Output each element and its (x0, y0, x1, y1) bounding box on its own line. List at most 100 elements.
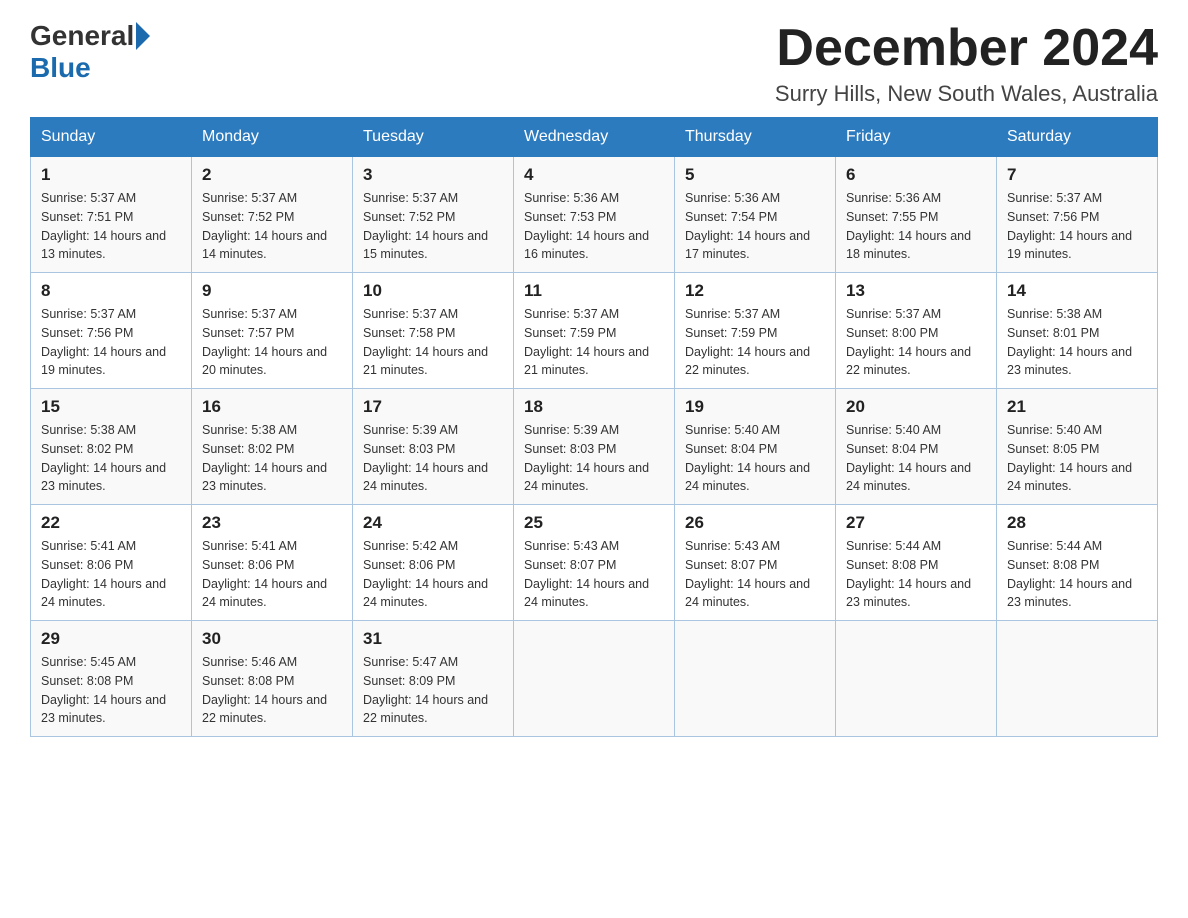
day-info: Sunrise: 5:45 AMSunset: 8:08 PMDaylight:… (41, 653, 181, 728)
calendar-cell: 8Sunrise: 5:37 AMSunset: 7:56 PMDaylight… (31, 273, 192, 389)
calendar-cell: 24 Sunrise: 5:42 AMSunset: 8:06 PMDayligh… (353, 505, 514, 621)
day-info: Sunrise: 5:41 AMSunset: 8:06 PMDaylight:… (202, 537, 342, 612)
calendar-cell: 13 Sunrise: 5:37 AMSunset: 8:00 PMDayligh… (836, 273, 997, 389)
day-info: Sunrise: 5:36 AMSunset: 7:53 PMDaylight:… (524, 189, 664, 264)
day-info: Sunrise: 5:43 AMSunset: 8:07 PMDaylight:… (524, 537, 664, 612)
calendar-cell: 16Sunrise: 5:38 AMSunset: 8:02 PMDayligh… (192, 389, 353, 505)
day-number: 23 (202, 513, 342, 533)
day-info: Sunrise: 5:44 AMSunset: 8:08 PMDaylight:… (846, 537, 986, 612)
month-title: December 2024 (775, 20, 1158, 77)
day-number: 15 (41, 397, 181, 417)
day-info: Sunrise: 5:37 AMSunset: 7:51 PMDaylight:… (41, 189, 181, 264)
calendar-week-row: 1Sunrise: 5:37 AMSunset: 7:51 PMDaylight… (31, 157, 1158, 273)
calendar-cell: 31 Sunrise: 5:47 AMSunset: 8:09 PMDayligh… (353, 621, 514, 737)
calendar-cell (997, 621, 1158, 737)
day-number: 10 (363, 281, 503, 301)
day-info: Sunrise: 5:39 AMSunset: 8:03 PMDaylight:… (524, 421, 664, 496)
title-area: December 2024 Surry Hills, New South Wal… (775, 20, 1158, 107)
day-number: 27 (846, 513, 986, 533)
day-number: 17 (363, 397, 503, 417)
day-info: Sunrise: 5:40 AMSunset: 8:04 PMDaylight:… (846, 421, 986, 496)
day-info: Sunrise: 5:36 AMSunset: 7:55 PMDaylight:… (846, 189, 986, 264)
calendar-cell: 10Sunrise: 5:37 AMSunset: 7:58 PMDayligh… (353, 273, 514, 389)
day-number: 19 (685, 397, 825, 417)
calendar-week-row: 8Sunrise: 5:37 AMSunset: 7:56 PMDaylight… (31, 273, 1158, 389)
day-info: Sunrise: 5:47 AMSunset: 8:09 PMDaylight:… (363, 653, 503, 728)
calendar-week-row: 22 Sunrise: 5:41 AMSunset: 8:06 PMDayligh… (31, 505, 1158, 621)
calendar-cell: 17 Sunrise: 5:39 AMSunset: 8:03 PMDayligh… (353, 389, 514, 505)
day-info: Sunrise: 5:44 AMSunset: 8:08 PMDaylight:… (1007, 537, 1147, 612)
calendar-cell: 23 Sunrise: 5:41 AMSunset: 8:06 PMDayligh… (192, 505, 353, 621)
day-info: Sunrise: 5:37 AMSunset: 8:00 PMDaylight:… (846, 305, 986, 380)
day-info: Sunrise: 5:37 AMSunset: 7:59 PMDaylight:… (524, 305, 664, 380)
day-info: Sunrise: 5:42 AMSunset: 8:06 PMDaylight:… (363, 537, 503, 612)
day-number: 14 (1007, 281, 1147, 301)
day-info: Sunrise: 5:38 AMSunset: 8:02 PMDaylight:… (202, 421, 342, 496)
day-info: Sunrise: 5:37 AMSunset: 7:57 PMDaylight:… (202, 305, 342, 380)
day-number: 12 (685, 281, 825, 301)
day-number: 20 (846, 397, 986, 417)
calendar-cell: 11 Sunrise: 5:37 AMSunset: 7:59 PMDayligh… (514, 273, 675, 389)
day-info: Sunrise: 5:39 AMSunset: 8:03 PMDaylight:… (363, 421, 503, 496)
day-info: Sunrise: 5:36 AMSunset: 7:54 PMDaylight:… (685, 189, 825, 264)
calendar-cell: 29 Sunrise: 5:45 AMSunset: 8:08 PMDayligh… (31, 621, 192, 737)
calendar-cell: 7 Sunrise: 5:37 AMSunset: 7:56 PMDaylight… (997, 157, 1158, 273)
location-subtitle: Surry Hills, New South Wales, Australia (775, 81, 1158, 107)
calendar-cell (675, 621, 836, 737)
calendar-cell: 12 Sunrise: 5:37 AMSunset: 7:59 PMDayligh… (675, 273, 836, 389)
calendar-cell: 15Sunrise: 5:38 AMSunset: 8:02 PMDayligh… (31, 389, 192, 505)
day-info: Sunrise: 5:43 AMSunset: 8:07 PMDaylight:… (685, 537, 825, 612)
logo-blue-text: Blue (30, 52, 91, 84)
weekday-header-friday: Friday (836, 118, 997, 157)
calendar-cell (514, 621, 675, 737)
calendar-cell: 19Sunrise: 5:40 AMSunset: 8:04 PMDayligh… (675, 389, 836, 505)
calendar-cell: 14 Sunrise: 5:38 AMSunset: 8:01 PMDayligh… (997, 273, 1158, 389)
day-info: Sunrise: 5:46 AMSunset: 8:08 PMDaylight:… (202, 653, 342, 728)
logo: General Blue (30, 20, 152, 84)
calendar-cell: 18 Sunrise: 5:39 AMSunset: 8:03 PMDayligh… (514, 389, 675, 505)
calendar-week-row: 15 Sunrise: 5:38 AMSunset: 8:02 PMDayligh… (31, 389, 1158, 505)
day-number: 26 (685, 513, 825, 533)
weekday-header-row: SundayMondayTuesdayWednesdayThursdayFrid… (31, 118, 1158, 157)
day-number: 3 (363, 165, 503, 185)
calendar-cell: 3 Sunrise: 5:37 AMSunset: 7:52 PMDaylight… (353, 157, 514, 273)
calendar-cell: 27 Sunrise: 5:44 AMSunset: 8:08 PMDayligh… (836, 505, 997, 621)
calendar-cell: 28 Sunrise: 5:44 AMSunset: 8:08 PMDayligh… (997, 505, 1158, 621)
day-info: Sunrise: 5:38 AMSunset: 8:01 PMDaylight:… (1007, 305, 1147, 380)
calendar-cell: 20 Sunrise: 5:40 AMSunset: 8:04 PMDayligh… (836, 389, 997, 505)
calendar-cell: 30Sunrise: 5:46 AMSunset: 8:08 PMDayligh… (192, 621, 353, 737)
calendar-cell: 1Sunrise: 5:37 AMSunset: 7:51 PMDaylight… (31, 157, 192, 273)
weekday-header-monday: Monday (192, 118, 353, 157)
calendar-cell: 6Sunrise: 5:36 AMSunset: 7:55 PMDaylight… (836, 157, 997, 273)
day-number: 13 (846, 281, 986, 301)
day-info: Sunrise: 5:37 AMSunset: 7:52 PMDaylight:… (202, 189, 342, 264)
weekday-header-saturday: Saturday (997, 118, 1158, 157)
weekday-header-wednesday: Wednesday (514, 118, 675, 157)
day-number: 21 (1007, 397, 1147, 417)
calendar-table: SundayMondayTuesdayWednesdayThursdayFrid… (30, 117, 1158, 737)
calendar-cell: 22 Sunrise: 5:41 AMSunset: 8:06 PMDayligh… (31, 505, 192, 621)
day-number: 7 (1007, 165, 1147, 185)
day-number: 18 (524, 397, 664, 417)
day-info: Sunrise: 5:37 AMSunset: 7:52 PMDaylight:… (363, 189, 503, 264)
day-number: 29 (41, 629, 181, 649)
day-info: Sunrise: 5:40 AMSunset: 8:05 PMDaylight:… (1007, 421, 1147, 496)
day-info: Sunrise: 5:37 AMSunset: 7:56 PMDaylight:… (1007, 189, 1147, 264)
day-number: 5 (685, 165, 825, 185)
day-number: 22 (41, 513, 181, 533)
calendar-cell: 21 Sunrise: 5:40 AMSunset: 8:05 PMDayligh… (997, 389, 1158, 505)
day-number: 31 (363, 629, 503, 649)
day-number: 28 (1007, 513, 1147, 533)
day-info: Sunrise: 5:37 AMSunset: 7:56 PMDaylight:… (41, 305, 181, 380)
day-number: 9 (202, 281, 342, 301)
calendar-cell: 26 Sunrise: 5:43 AMSunset: 8:07 PMDayligh… (675, 505, 836, 621)
day-number: 24 (363, 513, 503, 533)
day-info: Sunrise: 5:37 AMSunset: 7:59 PMDaylight:… (685, 305, 825, 380)
weekday-header-tuesday: Tuesday (353, 118, 514, 157)
day-info: Sunrise: 5:41 AMSunset: 8:06 PMDaylight:… (41, 537, 181, 612)
calendar-cell: 2Sunrise: 5:37 AMSunset: 7:52 PMDaylight… (192, 157, 353, 273)
day-number: 11 (524, 281, 664, 301)
calendar-cell: 25 Sunrise: 5:43 AMSunset: 8:07 PMDayligh… (514, 505, 675, 621)
weekday-header-sunday: Sunday (31, 118, 192, 157)
day-number: 25 (524, 513, 664, 533)
